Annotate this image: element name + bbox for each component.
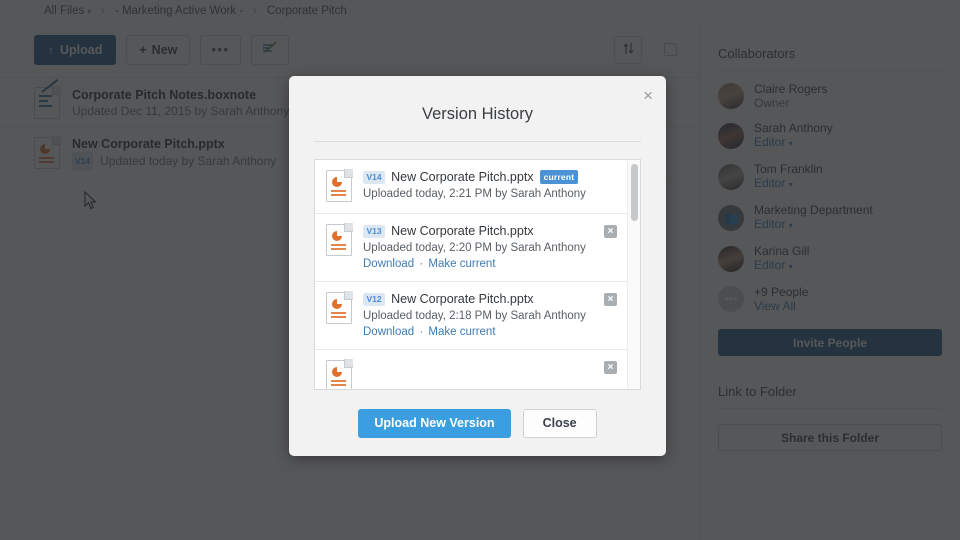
delete-version-button[interactable]: × [604, 293, 617, 306]
powerpoint-icon [326, 291, 353, 324]
version-actions: Download · Make current [363, 326, 616, 338]
version-list-scrollbar[interactable] [627, 160, 640, 389]
version-badge: V13 [363, 224, 386, 238]
action-separator: · [419, 326, 424, 338]
version-actions: Download · Make current [363, 258, 616, 270]
upload-new-version-button[interactable]: Upload New Version [358, 408, 511, 438]
delete-version-button[interactable]: × [604, 225, 617, 238]
powerpoint-icon [326, 169, 353, 202]
version-row[interactable]: V13 New Corporate Pitch.pptx Uploaded to… [315, 214, 627, 282]
version-badge: V14 [363, 170, 386, 184]
download-link[interactable]: Download [363, 258, 414, 270]
version-row[interactable]: V14 New Corporate Pitch.pptx current Upl… [315, 160, 627, 214]
version-file-name: New Corporate Pitch.pptx [391, 170, 534, 184]
version-header: V13 New Corporate Pitch.pptx [363, 224, 616, 238]
version-file-name: New Corporate Pitch.pptx [391, 292, 534, 306]
version-list: V14 New Corporate Pitch.pptx current Upl… [315, 160, 627, 389]
divider [314, 141, 641, 142]
dialog-title: Version History [422, 105, 533, 123]
version-meta: Uploaded today, 2:18 PM by Sarah Anthony [363, 310, 586, 322]
version-body: V12 New Corporate Pitch.pptx Uploaded to… [363, 292, 616, 338]
download-link[interactable]: Download [363, 326, 414, 338]
make-current-link[interactable]: Make current [428, 326, 495, 338]
version-list-container: V14 New Corporate Pitch.pptx current Upl… [314, 159, 641, 390]
version-body: V14 New Corporate Pitch.pptx current Upl… [363, 170, 616, 202]
close-icon[interactable]: × [643, 87, 653, 104]
action-separator: · [419, 258, 424, 270]
powerpoint-icon [326, 359, 353, 389]
version-body: V13 New Corporate Pitch.pptx Uploaded to… [363, 224, 616, 270]
scrollbar-thumb[interactable] [631, 164, 638, 221]
version-header: V12 New Corporate Pitch.pptx [363, 292, 616, 306]
version-badge: V12 [363, 292, 386, 306]
make-current-link[interactable]: Make current [428, 258, 495, 270]
version-meta: Uploaded today, 2:20 PM by Sarah Anthony [363, 242, 586, 254]
current-badge: current [539, 170, 579, 184]
version-header: V14 New Corporate Pitch.pptx current [363, 170, 616, 184]
version-file-name: New Corporate Pitch.pptx [391, 224, 534, 238]
version-body [363, 360, 616, 389]
version-row[interactable]: V12 New Corporate Pitch.pptx Uploaded to… [315, 282, 627, 350]
version-row-partial[interactable]: × [315, 350, 627, 389]
delete-version-button[interactable]: × [604, 361, 617, 374]
dialog-footer: Upload New Version Close [289, 390, 666, 456]
powerpoint-icon [326, 223, 353, 256]
close-button[interactable]: Close [522, 408, 597, 438]
version-meta: Uploaded today, 2:21 PM by Sarah Anthony [363, 188, 586, 200]
version-history-dialog: × Version History V14 New Corporate Pitc… [289, 76, 666, 456]
